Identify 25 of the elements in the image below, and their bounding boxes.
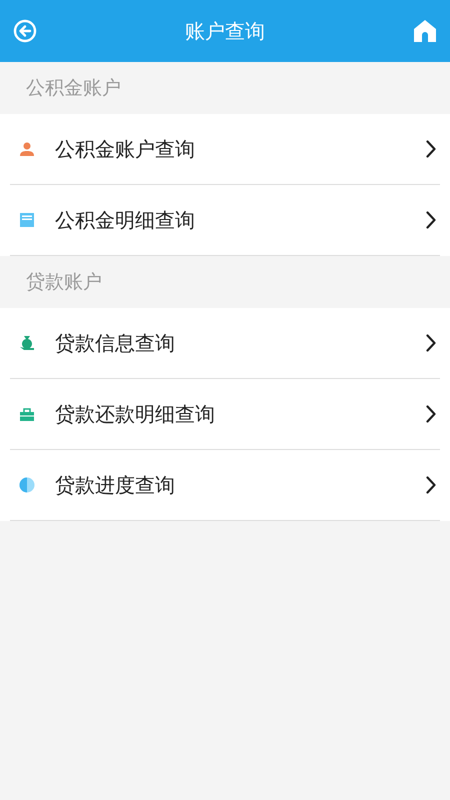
menu-item-label: 贷款还款明细查询 xyxy=(55,400,216,428)
menu-item[interactable]: 贷款信息查询 xyxy=(10,308,440,379)
chevron-right-icon xyxy=(426,211,436,229)
money-bag-icon xyxy=(19,335,35,351)
pie-chart-icon xyxy=(19,477,35,493)
back-icon[interactable] xyxy=(13,19,37,43)
menu-item[interactable]: 公积金账户查询 xyxy=(10,114,440,185)
chevron-right-icon xyxy=(426,476,436,494)
section-title: 公积金账户 xyxy=(26,76,121,101)
briefcase-icon xyxy=(19,406,35,422)
menu-item-label: 贷款进度查询 xyxy=(55,472,176,498)
home-icon[interactable] xyxy=(413,19,437,43)
chevron-right-icon xyxy=(426,405,436,423)
menu-item-label: 公积金明细查询 xyxy=(55,206,196,234)
menu-item-label: 公积金账户查询 xyxy=(55,136,196,162)
person-icon xyxy=(19,141,35,157)
chevron-right-icon xyxy=(426,140,436,158)
menu-item[interactable]: 贷款进度查询 xyxy=(10,450,440,521)
menu-item[interactable]: 贷款还款明细查询 xyxy=(10,379,440,450)
menu-item-label: 贷款信息查询 xyxy=(55,330,176,356)
chevron-right-icon xyxy=(426,334,436,352)
menu-item[interactable]: 公积金明细查询 xyxy=(10,185,440,256)
page-title: 账户查询 xyxy=(185,18,265,44)
section-title: 贷款账户 xyxy=(26,270,102,295)
card-icon xyxy=(19,212,35,228)
